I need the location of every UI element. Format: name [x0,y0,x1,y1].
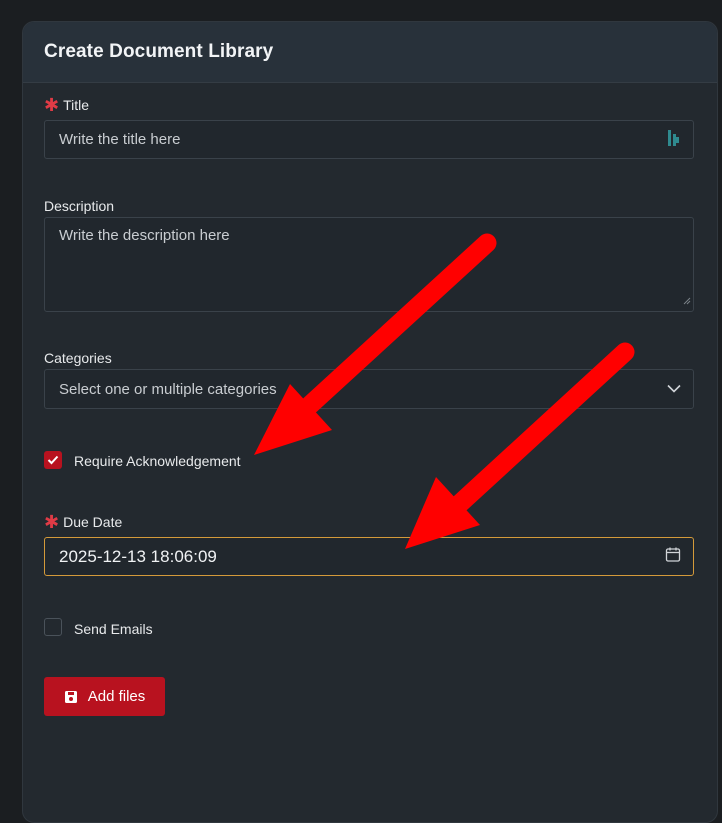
send-emails-label[interactable]: Send Emails [74,621,153,637]
add-files-label: Add files [87,688,146,705]
card-header: Create Document Library [23,22,717,83]
title-label: ✱ Title [44,96,89,114]
page-title: Create Document Library [44,41,274,62]
chevron-down-icon[interactable] [667,381,681,398]
description-textarea[interactable]: Write the description here [44,217,694,312]
require-acknowledgement-label[interactable]: Require Acknowledgement [74,453,241,469]
categories-placeholder: Select one or multiple categories [59,380,277,398]
categories-label: Categories [44,350,112,366]
due-date-value: 2025-12-13 18:06:09 [59,546,217,566]
due-date-label: ✱ Due Date [44,513,122,531]
description-label-text: Description [44,198,115,214]
categories-select[interactable]: Select one or multiple categories [44,369,694,409]
add-files-button[interactable]: Add files [44,677,165,716]
check-icon [47,455,59,465]
title-label-text: Title [63,97,90,113]
asterisk-icon: ✱ [44,512,60,532]
asterisk-icon: ✱ [44,95,60,115]
require-acknowledgement-checkbox[interactable] [44,451,62,469]
title-input[interactable]: Write the title here [44,120,694,159]
categories-label-text: Categories [44,350,112,366]
due-date-input[interactable]: 2025-12-13 18:06:09 [44,537,694,576]
password-manager-icon[interactable] [667,129,681,151]
due-date-label-text: Due Date [63,514,123,530]
send-emails-checkbox[interactable] [44,618,62,636]
description-label: Description [44,198,114,214]
resize-grip-icon[interactable] [682,292,691,309]
description-placeholder: Write the description here [59,227,230,244]
save-icon [64,690,77,703]
calendar-icon[interactable] [665,546,681,567]
create-document-library-card: Create Document Library ✱ Title Write th… [22,21,718,823]
title-placeholder: Write the title here [59,131,181,148]
